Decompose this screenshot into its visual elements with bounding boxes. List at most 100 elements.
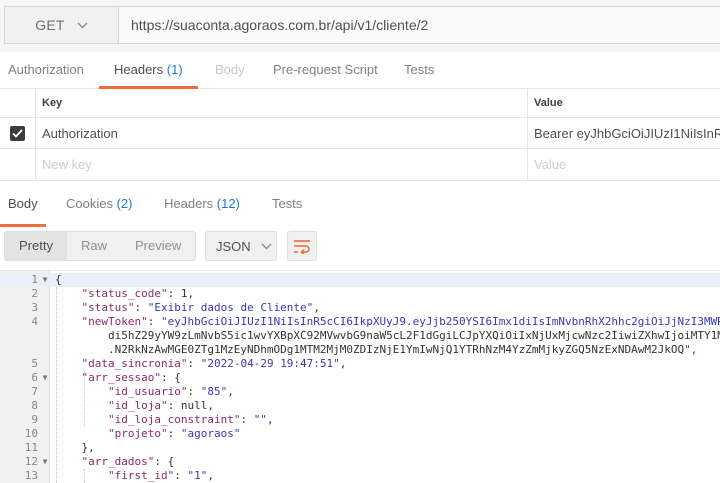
code-line: 6 ▼ "arr_sessao": { <box>0 371 720 385</box>
code-text: "arr_dados": { <box>81 455 175 468</box>
code-line: 8 "id_loja": null, <box>0 399 720 413</box>
code-line: 7 "id_usuario": "85", <box>0 385 720 399</box>
line-number: 2 <box>31 287 38 300</box>
tab-tests[interactable]: Tests <box>404 52 434 88</box>
tab-cookies[interactable]: Cookies (2) <box>66 187 132 221</box>
code-text: .N2RkNzAwMGE0ZTg1MzEyNDhmODg1MTM2MjM0ZDI… <box>55 343 698 356</box>
line-number: 7 <box>31 385 38 398</box>
view-mode-toggle: Pretty Raw Preview <box>4 231 197 261</box>
check-icon <box>12 128 23 138</box>
fold-arrow-icon[interactable]: ▼ <box>40 455 50 469</box>
request-url-bar: GET https://suaconta.agoraos.com.br/api/… <box>0 0 720 52</box>
code-text: "first_id": "1", <box>107 469 214 482</box>
response-tabs: Body Cookies (2) Headers (12) Tests <box>0 180 720 227</box>
tab-response-body[interactable]: Body <box>0 187 46 227</box>
code-text: "newToken": "eyJhbGciOiJIUzI1NiIsInR5cCI… <box>81 315 720 328</box>
fold-arrow-icon[interactable]: ▼ <box>40 273 50 287</box>
code-line: 13 "first_id": "1", <box>0 469 720 483</box>
tab-authorization[interactable]: Authorization <box>8 52 84 88</box>
request-tabs: Authorization Headers (1) Body Pre-reque… <box>0 52 720 89</box>
tab-label: Cookies <box>66 196 113 211</box>
line-number: 4 <box>31 315 38 328</box>
headers-count-badge: (1) <box>166 62 183 77</box>
tab-pre-request-script[interactable]: Pre-request Script <box>273 52 378 88</box>
code-line: di5hZ29yYW9zLmNvbS5ic1wvYXBpXC92MVwvbG9n… <box>0 329 720 343</box>
response-headers-count-badge: (12) <box>216 196 240 211</box>
table-header-row: Key Value <box>0 88 720 118</box>
line-number: 9 <box>31 413 38 426</box>
line-number: 3 <box>31 301 38 314</box>
line-number: 11 <box>24 441 38 454</box>
code-line: 3 "status": "Exibir dados de Cliente", <box>0 301 720 315</box>
code-text: { <box>55 273 62 286</box>
view-raw-button[interactable]: Raw <box>67 232 121 260</box>
method-select[interactable]: GET <box>4 6 118 44</box>
tab-label: Headers <box>114 62 164 77</box>
url-input[interactable]: https://suaconta.agoraos.com.br/api/v1/c… <box>118 6 720 44</box>
check-column-header <box>0 88 36 117</box>
code-line: 1 ▼ { <box>0 273 720 287</box>
tab-headers[interactable]: Headers (1) <box>99 52 198 89</box>
tab-label: Authorization <box>8 62 84 77</box>
line-number: 1 <box>31 273 38 286</box>
chevron-down-icon <box>261 242 272 250</box>
tab-response-headers[interactable]: Headers (12) <box>164 187 240 221</box>
wrap-lines-icon <box>294 240 310 254</box>
tab-body[interactable]: Body <box>215 52 245 88</box>
response-body-editor[interactable]: 1 ▼{2 "status_code": 1, 3 "status": "Exibi… <box>0 270 720 483</box>
line-number: 10 <box>24 427 38 440</box>
chevron-down-icon <box>77 21 88 29</box>
new-value-input[interactable]: Value <box>528 149 720 180</box>
fold-arrow-icon[interactable]: ▼ <box>40 371 50 385</box>
code-line: 4 "newToken": "eyJhbGciOiJIUzI1NiIsInR5c… <box>0 315 720 329</box>
header-enabled-checkbox[interactable] <box>10 125 25 141</box>
format-select[interactable]: JSON <box>205 231 277 261</box>
code-line: 12 ▼ "arr_dados": { <box>0 455 720 469</box>
tab-label: Headers <box>164 196 214 211</box>
tab-response-tests[interactable]: Tests <box>272 187 302 221</box>
tab-label: Tests <box>272 196 303 211</box>
line-number: 13 <box>24 469 38 482</box>
code-text: }, <box>55 441 95 454</box>
tab-label: Body <box>215 62 245 77</box>
line-number: 6 <box>31 371 38 384</box>
tab-label: Tests <box>404 62 435 77</box>
new-header-row: New key Value <box>0 149 720 180</box>
code-line: 10 "projeto": "agoraos" <box>0 427 720 441</box>
method-label: GET <box>35 17 65 33</box>
view-preview-button[interactable]: Preview <box>121 232 195 260</box>
line-number: 5 <box>31 357 38 370</box>
cookies-count-badge: (2) <box>116 196 133 211</box>
header-value-input[interactable]: Bearer eyJhbGciOiJIUzI1NiIsInR5cCI6IkpXV… <box>528 118 720 148</box>
code-text: "projeto": "agoraos" <box>107 427 241 440</box>
code-line: 9 "id_loja_constraint": "", <box>0 413 720 427</box>
headers-table: Key Value Authorization Bearer eyJhbGciO… <box>0 88 720 180</box>
wrap-lines-button[interactable] <box>287 231 317 261</box>
code-text: di5hZ29yYW9zLmNvbS5ic1wvYXBpXC92MVwvbG9n… <box>55 329 720 342</box>
code-line: .N2RkNzAwMGE0ZTg1MzEyNDhmODg1MTM2MjM0ZDI… <box>0 343 720 357</box>
view-pretty-button[interactable]: Pretty <box>5 232 67 260</box>
row-enable-cell <box>0 118 36 148</box>
code-text: "data_sincronia": "2022-04-29 19:47:51", <box>81 357 347 370</box>
response-toolbar: Pretty Raw Preview JSON <box>0 226 720 270</box>
tab-label: Body <box>8 196 38 211</box>
value-column-header: Value <box>534 96 563 109</box>
code-text: "status": "Exibir dados de Cliente", <box>81 301 320 314</box>
header-key-input[interactable]: Authorization <box>36 118 528 148</box>
code-line: 2 "status_code": 1, <box>0 287 720 301</box>
line-number: 8 <box>31 399 38 412</box>
new-key-input[interactable]: New key <box>36 149 528 180</box>
code-line: 5 "data_sincronia": "2022-04-29 19:47:51… <box>0 357 720 371</box>
table-row: Authorization Bearer eyJhbGciOiJIUzI1NiI… <box>0 118 720 149</box>
code-text: "id_loja": null, <box>107 399 214 412</box>
code-line: 11 }, <box>0 441 720 455</box>
row-enable-cell <box>0 149 36 180</box>
code-text: "id_loja_constraint": "", <box>107 413 274 426</box>
line-number: 12 <box>24 455 38 468</box>
tab-label: Pre-request Script <box>273 62 378 77</box>
code-text: "arr_sessao": { <box>81 371 181 384</box>
key-column-header: Key <box>36 88 528 117</box>
code-text: "status_code": 1, <box>81 287 195 300</box>
format-label: JSON <box>216 238 251 254</box>
code-text: "id_usuario": "85", <box>107 385 234 398</box>
